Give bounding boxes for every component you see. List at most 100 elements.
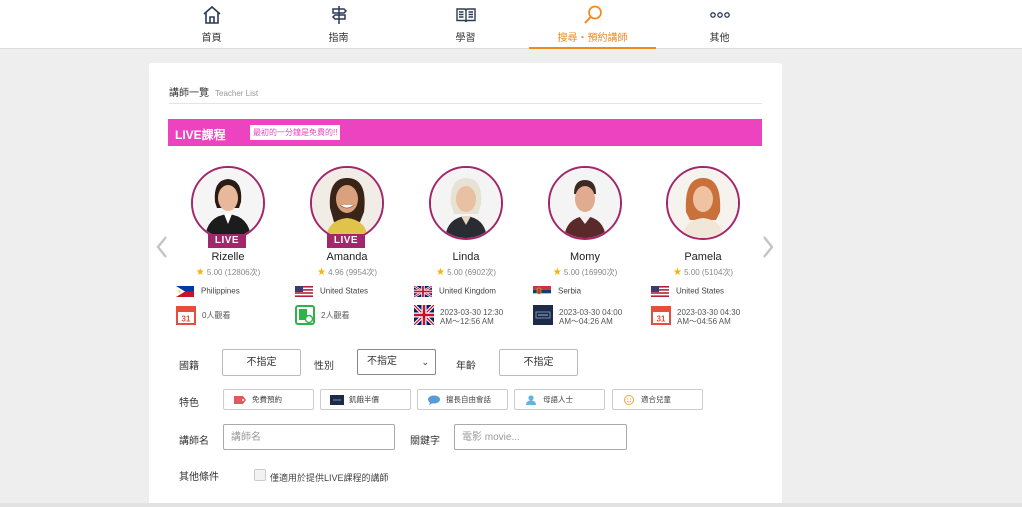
page-title-zh: 講師一覽 xyxy=(169,88,209,99)
viewer-count: 2人觀看 xyxy=(321,311,350,320)
schedule-line-1: 2023-03-30 04:30 xyxy=(677,308,741,317)
star-icon: ★ xyxy=(435,267,445,278)
tag-icon xyxy=(234,396,246,404)
rating-text: 5.00 (12806次) xyxy=(206,268,261,277)
teacher-photo xyxy=(191,166,265,240)
rating-text: 5.00 (5104次) xyxy=(684,268,734,277)
teacher-country: United States xyxy=(295,286,368,297)
feature-native-speaker[interactable]: 母語人士 xyxy=(514,389,605,410)
live-badge: LIVE xyxy=(327,234,365,248)
teacher-name: Amanda xyxy=(326,251,368,263)
feature-label: 適合兒童 xyxy=(641,395,671,404)
teacher-schedule: 31 2023-03-30 04:30 AM～04:56 AM xyxy=(651,305,769,327)
title-divider xyxy=(169,103,762,104)
chevron-down-icon: ⌄ xyxy=(421,357,429,367)
live-only-checkbox[interactable] xyxy=(254,469,266,481)
teacher-country: Serbia xyxy=(533,286,581,297)
nav-learn[interactable]: 學習 xyxy=(402,0,529,49)
other-conditions-label: 其他條件 xyxy=(179,472,219,483)
star-icon: ★ xyxy=(552,267,562,278)
keyword-label: 關鍵字 xyxy=(410,436,440,447)
nav-search-book[interactable]: 搜尋・預約講師 xyxy=(529,0,656,49)
live-banner-title: LIVE課程 xyxy=(175,128,226,142)
gender-select-value: 不指定 xyxy=(367,356,397,367)
nav-other-label: 其他 xyxy=(709,33,730,44)
schedule-line-2: AM～12:56 AM xyxy=(440,317,494,326)
teacher-photo xyxy=(548,166,622,240)
age-select[interactable]: 不指定 xyxy=(499,349,578,376)
gender-label: 性別 xyxy=(314,361,334,372)
country-name: United Kingdom xyxy=(439,286,496,296)
teacher-rating: ★ 5.00 (5104次) xyxy=(644,267,762,278)
teacher-card-pamela[interactable]: Pamela ★ 5.00 (5104次) United States 31 2… xyxy=(644,166,762,326)
uk-flag-icon xyxy=(414,286,432,297)
calendar-icon: 31 xyxy=(651,306,671,325)
schedule-text: 2023-03-30 12:30 AM～12:56 AM xyxy=(440,308,503,326)
feature-free-conversation[interactable]: 擅長自由會話 xyxy=(417,389,508,410)
rating-text: 5.00 (16990次) xyxy=(563,268,618,277)
star-icon: ★ xyxy=(316,267,326,278)
teacher-rating: ★ 5.00 (6902次) xyxy=(407,267,525,278)
teacher-card-rizelle[interactable]: LIVE Rizelle ★ 5.00 (12806次) Philippines… xyxy=(169,166,287,326)
chat-bubble-icon xyxy=(428,395,440,405)
teacher-photo xyxy=(310,166,384,240)
nav-guide-label: 指南 xyxy=(328,33,349,44)
search-icon xyxy=(583,5,602,24)
teacher-country: United States xyxy=(651,286,724,297)
teacher-country: Philippines xyxy=(176,286,240,297)
teacher-name: Pamela xyxy=(684,251,722,263)
page-title: 講師一覽 Teacher List xyxy=(169,84,258,99)
feature-label: 母語人士 xyxy=(543,395,573,404)
nav-other[interactable]: 其他 xyxy=(656,0,783,49)
teacher-schedule: 2023-03-30 12:30 AM～12:56 AM xyxy=(414,305,532,327)
teacher-card-amanda[interactable]: LIVE Amanda ★ 4.96 (9954次) United States… xyxy=(288,166,406,326)
country-name: Serbia xyxy=(558,286,582,296)
teacher-rating: ★ 4.96 (9954次) xyxy=(288,267,406,278)
carousel-next-arrow[interactable] xyxy=(761,235,775,259)
teacher-country: United Kingdom xyxy=(414,286,496,297)
live-banner-tag: 最初的一分鐘是免費的!! xyxy=(250,125,341,140)
us-flag-icon xyxy=(651,286,669,297)
signpost-icon xyxy=(331,6,347,24)
book-icon xyxy=(455,8,476,23)
us-flag-icon xyxy=(295,286,313,297)
page-title-en: Teacher List xyxy=(215,89,259,98)
carousel-prev-arrow[interactable] xyxy=(155,235,169,259)
nav-guide[interactable]: 指南 xyxy=(275,0,402,49)
teacher-card-momy[interactable]: Momy ★ 5.00 (16990次) Serbia 2023-03-30 0… xyxy=(526,166,644,326)
nationality-select[interactable]: 不指定 xyxy=(222,349,301,376)
schedule-line-1: 2023-03-30 12:30 xyxy=(440,308,504,317)
country-name: United States xyxy=(676,286,725,296)
teacher-list-card: 講師一覽 Teacher List LIVE課程 最初的一分鐘是免費的!! LIV… xyxy=(149,63,782,507)
chevron-left-icon xyxy=(156,236,167,258)
feature-label: 免費預約 xyxy=(252,395,282,404)
teacher-live-info: 2人觀看 xyxy=(295,305,413,327)
calendar-icon: 31 xyxy=(176,306,196,325)
schedule-text: 2023-03-30 04:00 AM～04:26 AM xyxy=(559,308,622,326)
teacher-card-linda[interactable]: Linda ★ 5.00 (6902次) United Kingdom 2023… xyxy=(407,166,525,326)
teacher-rating: ★ 5.00 (12806次) xyxy=(169,267,287,278)
country-name: Philippines xyxy=(201,286,240,296)
teacher-live-info: 31 0人觀看 xyxy=(176,305,294,327)
teacher-name-label: 講師名 xyxy=(179,436,209,447)
gender-select[interactable]: 不指定 ⌄ xyxy=(357,349,436,375)
country-name: United States xyxy=(320,286,369,296)
viewers-icon xyxy=(295,305,315,325)
nav-home[interactable]: 首頁 xyxy=(148,0,275,49)
feature-label: 飢餓半價 xyxy=(349,395,379,404)
serbia-flag-icon xyxy=(533,286,551,297)
philippines-flag-icon xyxy=(176,286,194,297)
viewer-count: 0人觀看 xyxy=(202,311,231,320)
feature-kid-friendly[interactable]: 適合兒童 xyxy=(612,389,703,410)
feature-free-booking[interactable]: 免費預約 xyxy=(223,389,314,410)
age-label: 年齡 xyxy=(456,361,476,372)
feature-half-price[interactable]: 飢餓半價 xyxy=(320,389,411,410)
teacher-name: Linda xyxy=(452,251,480,263)
nav-home-label: 首頁 xyxy=(201,33,222,44)
keyword-input[interactable] xyxy=(454,424,627,450)
teacher-name-input[interactable] xyxy=(223,424,395,450)
svg-text:31: 31 xyxy=(657,315,666,324)
star-icon: ★ xyxy=(195,267,205,278)
schedule-text: 2023-03-30 04:30 AM～04:56 AM xyxy=(677,308,740,326)
chevron-right-icon xyxy=(763,236,774,258)
